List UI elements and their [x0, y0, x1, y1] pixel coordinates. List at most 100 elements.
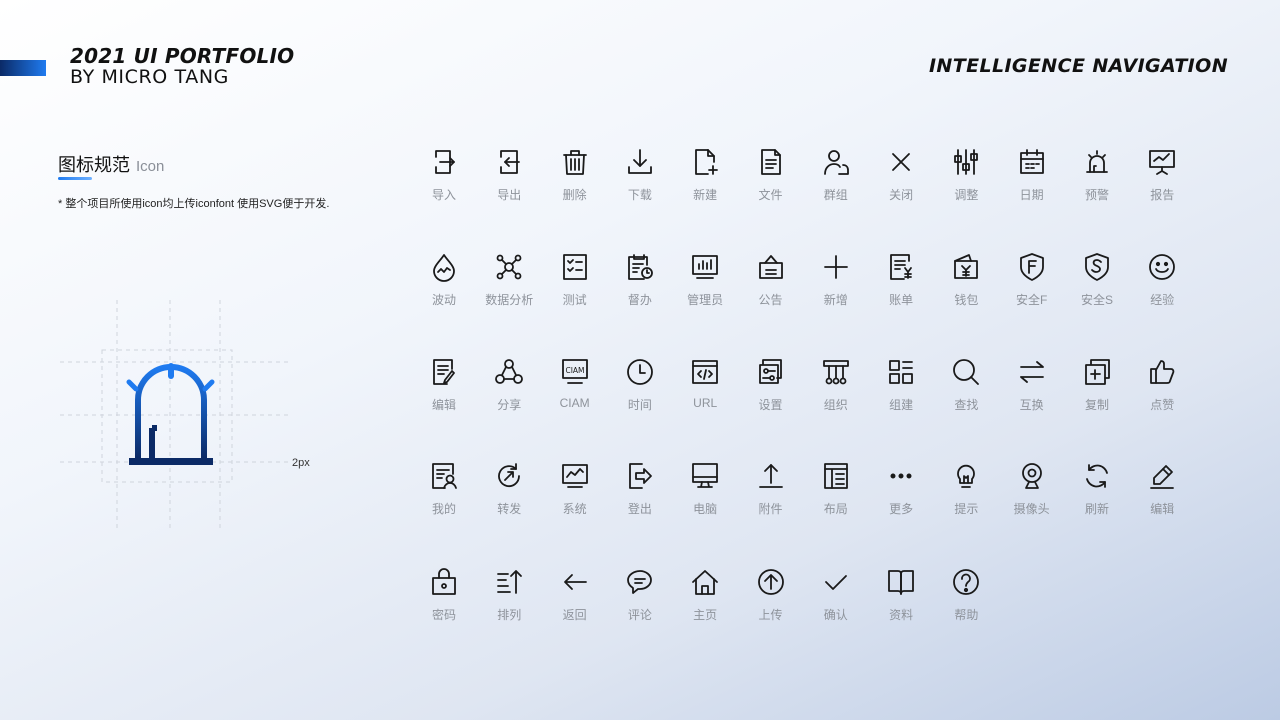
ciam-icon-text: CIAM — [565, 366, 584, 375]
book-icon — [885, 566, 917, 598]
icon-label: 删除 — [562, 188, 587, 202]
icon-tile-webcam[interactable]: 摄像头 — [997, 460, 1067, 532]
icon-tile-supervise[interactable]: 督办 — [605, 251, 675, 323]
icon-tile-comment[interactable]: 评论 — [605, 566, 675, 638]
icon-tile-thumbs-up[interactable]: 点赞 — [1127, 356, 1197, 428]
delete-icon — [559, 146, 591, 178]
icon-tile-computer[interactable]: 电脑 — [670, 460, 740, 532]
icon-tile-report[interactable]: 报告 — [1127, 146, 1197, 218]
alarm-icon — [1081, 146, 1113, 178]
password-icon — [428, 566, 460, 598]
icon-tile-pencil[interactable]: 编辑 — [1127, 460, 1197, 532]
icon-label: 刷新 — [1084, 502, 1109, 516]
wallet-icon — [950, 251, 982, 283]
icon-tile-admin[interactable]: 管理员 — [670, 251, 740, 323]
icon-tile-copy[interactable]: 复制 — [1062, 356, 1132, 428]
icon-label: 确认 — [823, 608, 848, 622]
icon-tile-back-arrow[interactable]: 返回 — [540, 566, 610, 638]
icon-tile-share[interactable]: 分享 — [474, 356, 544, 428]
icon-tile-sort[interactable]: 排列 — [474, 566, 544, 638]
swap-icon — [1016, 356, 1048, 388]
admin-icon — [689, 251, 721, 283]
icon-tile-file[interactable]: 文件 — [736, 146, 806, 218]
icon-tile-more[interactable]: 更多 — [866, 460, 936, 532]
icon-tile-system[interactable]: 系统 — [540, 460, 610, 532]
icon-tile-notice[interactable]: 公告 — [736, 251, 806, 323]
icon-tile-shield-s[interactable]: 安全S — [1062, 251, 1132, 323]
new-file-icon — [689, 146, 721, 178]
icon-tile-logout[interactable]: 登出 — [605, 460, 675, 532]
icon-label: 调整 — [954, 188, 979, 202]
icon-tile-book[interactable]: 资料 — [866, 566, 936, 638]
icon-label: 我的 — [431, 502, 456, 516]
icon-tile-organization[interactable]: 组织 — [801, 356, 871, 428]
icon-tile-new-file[interactable]: 新建 — [670, 146, 740, 218]
edit-doc-icon — [428, 356, 460, 388]
icon-tile-bill[interactable]: 账单 — [866, 251, 936, 323]
icon-tile-upload-attachment[interactable]: 附件 — [736, 460, 806, 532]
icon-label: 帮助 — [954, 608, 979, 622]
check-icon — [820, 566, 852, 598]
icon-tile-fluctuation[interactable]: 波动 — [409, 251, 479, 323]
system-icon — [559, 460, 591, 492]
icon-tile-clock[interactable]: 时间 — [605, 356, 675, 428]
icon-tile-test[interactable]: 测试 — [540, 251, 610, 323]
icon-tile-shield-f[interactable]: 安全F — [997, 251, 1067, 323]
icon-tile-forward[interactable]: 转发 — [474, 460, 544, 532]
icon-tile-alarm[interactable]: 预警 — [1062, 146, 1132, 218]
icon-tile-upload-circle[interactable]: 上传 — [736, 566, 806, 638]
icon-tile-home[interactable]: 主页 — [670, 566, 740, 638]
icon-tile-settings[interactable]: 设置 — [736, 356, 806, 428]
icon-tile-swap[interactable]: 互换 — [997, 356, 1067, 428]
icon-tile-refresh[interactable]: 刷新 — [1062, 460, 1132, 532]
icon-tile-search[interactable]: 查找 — [931, 356, 1001, 428]
icon-tile-grid[interactable]: 组建 — [866, 356, 936, 428]
icon-label: 设置 — [758, 398, 783, 412]
section-note: * 整个项目所使用icon均上传iconfont 使用SVG便于开发. — [58, 198, 330, 210]
icon-tile-help[interactable]: 帮助 — [931, 566, 1001, 638]
icon-tile-calendar[interactable]: 日期 — [997, 146, 1067, 218]
icon-label: 时间 — [627, 398, 652, 412]
icon-label: 公告 — [758, 293, 783, 307]
icon-label: 摄像头 — [1013, 502, 1050, 516]
icon-label: 点赞 — [1150, 398, 1175, 412]
icon-tile-edit-doc[interactable]: 编辑 — [409, 356, 479, 428]
project-title: INTELLIGENCE NAVIGATION — [928, 55, 1228, 77]
icon-tile-delete[interactable]: 删除 — [540, 146, 610, 218]
icon-tile-check[interactable]: 确认 — [801, 566, 871, 638]
thumbs-up-icon — [1146, 356, 1178, 388]
supervise-icon — [624, 251, 656, 283]
icon-tile-ciam[interactable]: CIAM CIAM — [540, 356, 610, 428]
icon-label: 文件 — [758, 188, 783, 202]
icon-tile-layout[interactable]: 布局 — [801, 460, 871, 532]
icon-tile-smile[interactable]: 经验 — [1127, 251, 1197, 323]
icon-label: 安全S — [1080, 293, 1113, 307]
icon-label: 下载 — [627, 188, 652, 202]
icon-tile-bulb[interactable]: 提示 — [931, 460, 1001, 532]
icon-tile-wallet[interactable]: 钱包 — [931, 251, 1001, 323]
group-icon — [820, 146, 852, 178]
icon-tile-group[interactable]: 群组 — [801, 146, 871, 218]
icon-tile-export[interactable]: 导出 — [474, 146, 544, 218]
icon-tile-download[interactable]: 下载 — [605, 146, 675, 218]
icon-label: 安全F — [1016, 293, 1048, 307]
section-title: 图标规范 Icon — [58, 151, 164, 180]
icon-tile-plus[interactable]: 新增 — [801, 251, 871, 323]
icon-tile-url[interactable]: URL — [670, 356, 740, 428]
home-icon — [689, 566, 721, 598]
icon-label: 数据分析 — [485, 293, 534, 307]
bulb-icon — [950, 460, 982, 492]
icon-tile-password[interactable]: 密码 — [409, 566, 479, 638]
icon-tile-import[interactable]: 导入 — [409, 146, 479, 218]
icon-tile-profile[interactable]: 我的 — [409, 460, 479, 532]
icon-tile-close[interactable]: 关闭 — [866, 146, 936, 218]
icon-tile-adjust[interactable]: 调整 — [931, 146, 1001, 218]
icon-tile-data-analysis[interactable]: 数据分析 — [474, 251, 544, 323]
smile-icon — [1146, 251, 1178, 283]
icon-label: 日期 — [1019, 188, 1044, 202]
icon-label: 附件 — [758, 502, 783, 516]
icon-label: 评论 — [627, 608, 652, 622]
icon-label: 导入 — [431, 188, 456, 202]
icon-label: 管理员 — [687, 293, 724, 307]
back-arrow-icon — [559, 566, 591, 598]
